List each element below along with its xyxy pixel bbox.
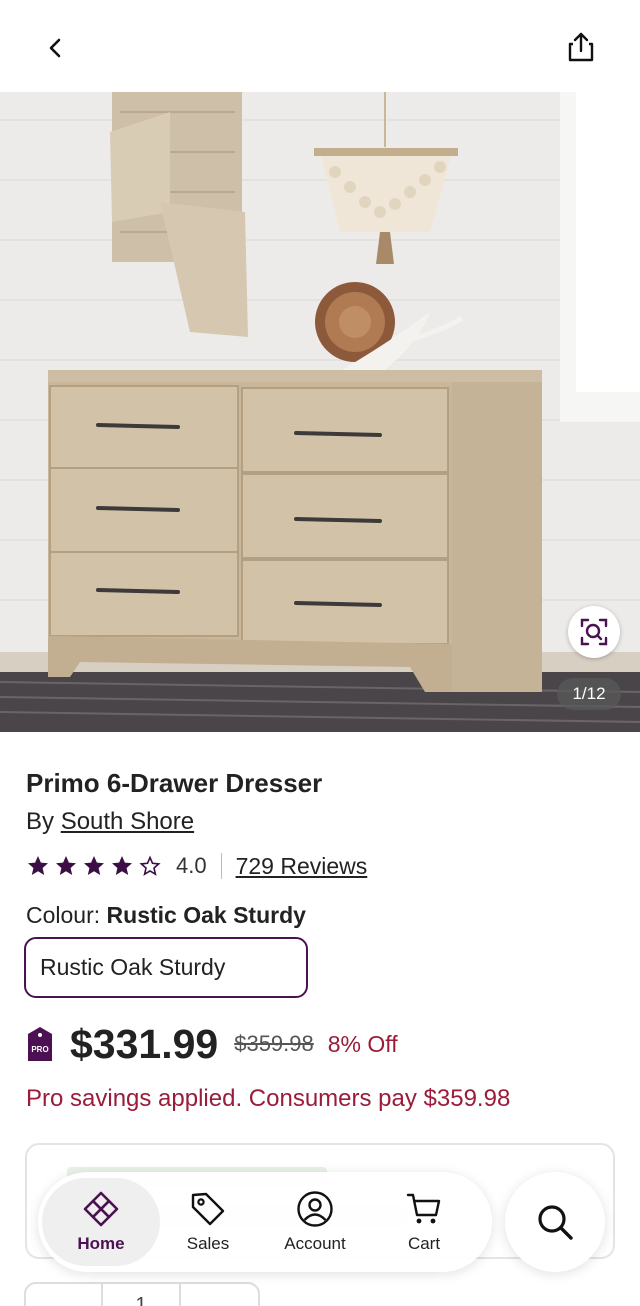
nav-sales-label: Sales xyxy=(186,1234,230,1253)
bottom-navigation: Home Sales Account Cart xyxy=(38,1172,492,1272)
visual-search-button[interactable] xyxy=(568,606,620,658)
current-price: $331.99 xyxy=(70,1020,219,1067)
star-empty-icon xyxy=(139,855,161,876)
nav-sales[interactable]: Sales xyxy=(166,1172,250,1272)
decrement-button[interactable] xyxy=(26,1284,104,1306)
quantity-value[interactable]: 1 xyxy=(103,1284,181,1306)
reviews-link[interactable]: 729 Reviews xyxy=(236,853,368,880)
pro-badge-icon: PRO xyxy=(28,1027,52,1061)
star-filled-icon xyxy=(28,856,48,875)
nav-home[interactable]: Home xyxy=(42,1178,160,1266)
by-prefix: By xyxy=(26,808,55,835)
rating-row: 4.0 729 Reviews xyxy=(26,850,367,882)
star-filled-icon xyxy=(56,856,76,875)
pro-badge-text: PRO xyxy=(31,1045,48,1054)
home-icon xyxy=(83,1191,119,1227)
product-photo xyxy=(0,92,640,732)
nav-account-label: Account xyxy=(284,1234,346,1253)
search-icon xyxy=(538,1205,573,1240)
brand-link[interactable]: South Shore xyxy=(61,808,194,835)
cart-icon xyxy=(406,1193,441,1224)
colour-label: Colour: xyxy=(26,902,101,928)
increment-button[interactable] xyxy=(181,1284,258,1306)
share-icon xyxy=(568,32,594,62)
original-price: $359.98 xyxy=(234,1031,314,1056)
star-filled-icon xyxy=(84,856,104,875)
product-title: Primo 6-Drawer Dresser xyxy=(26,768,323,798)
account-icon xyxy=(297,1191,333,1227)
tag-icon xyxy=(191,1192,225,1226)
product-image-gallery[interactable]: 1/12 xyxy=(0,92,640,732)
colour-value: Rustic Oak Sturdy xyxy=(106,902,306,928)
image-search-icon xyxy=(580,618,608,646)
nav-account[interactable]: Account xyxy=(270,1172,360,1272)
rating-divider xyxy=(220,853,222,879)
quantity-stepper: 1 xyxy=(24,1282,260,1306)
nav-home-label: Home xyxy=(77,1234,125,1253)
chevron-left-icon xyxy=(49,38,61,58)
nav-cart[interactable]: Cart xyxy=(382,1172,466,1272)
star-rating xyxy=(26,854,162,878)
discount-text: 8% Off xyxy=(327,1030,398,1057)
nav-cart-label: Cart xyxy=(407,1234,441,1253)
share-button[interactable] xyxy=(560,26,602,68)
back-button[interactable] xyxy=(36,28,76,68)
star-filled-icon xyxy=(112,856,132,875)
colour-option-selected[interactable]: Rustic Oak Sturdy xyxy=(24,937,308,998)
rating-value: 4.0 xyxy=(176,853,207,878)
brand-line: By South Shore xyxy=(26,808,194,836)
search-button[interactable] xyxy=(505,1172,605,1272)
pro-savings-note: Pro savings applied. Consumers pay $359.… xyxy=(26,1085,511,1112)
top-bar xyxy=(0,0,640,92)
colour-row: Colour: Rustic Oak Sturdy xyxy=(26,902,306,929)
price-row: PRO $331.99 $359.98 8% Off xyxy=(26,1016,398,1072)
image-counter: 1/12 xyxy=(557,678,621,710)
